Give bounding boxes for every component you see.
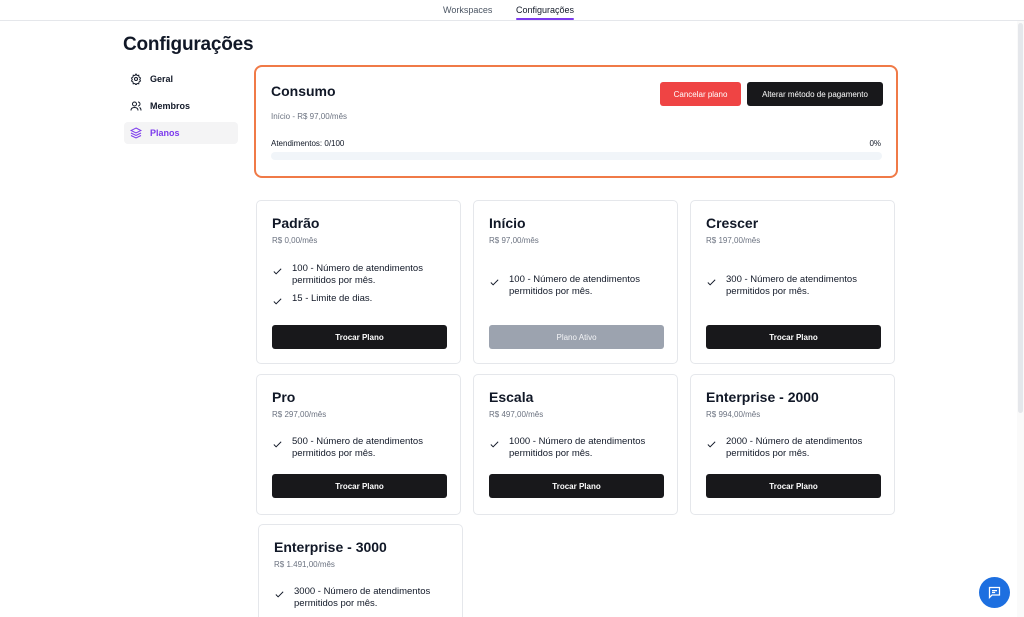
switch-plan-button[interactable]: Trocar Plano <box>272 325 447 349</box>
plan-card-pro: Pro R$ 297,00/mês 500 - Número de atendi… <box>256 374 461 515</box>
plan-card-enterprise-3000: Enterprise - 3000 R$ 1.491,00/mês 3000 -… <box>258 524 463 617</box>
scrollbar-thumb[interactable] <box>1018 23 1023 413</box>
plan-features: 100 - Número de atendimentos permitidos … <box>489 274 669 304</box>
usage-card: Consumo Início - R$ 97,00/mês Cancelar p… <box>254 65 898 178</box>
sidebar-item-membros[interactable]: Membros <box>124 95 238 117</box>
plan-name: Pro <box>272 389 296 405</box>
plan-price: R$ 0,00/mês <box>272 236 318 245</box>
plan-name: Escala <box>489 389 534 405</box>
current-plan: Início - R$ 97,00/mês <box>271 112 348 121</box>
page-scrollbar[interactable] <box>1017 21 1024 617</box>
change-payment-method-button[interactable]: Alterar método de pagamento <box>747 82 883 106</box>
page-title: Configurações <box>123 34 254 55</box>
check-icon <box>273 441 282 448</box>
plan-feature: 3000 - Número de atendimentos permitidos… <box>274 586 454 609</box>
plan-features: 300 - Número de atendimentos permitidos … <box>706 274 886 304</box>
check-icon <box>273 298 282 305</box>
check-icon <box>490 441 499 448</box>
plan-feature: 500 - Número de atendimentos permitidos … <box>272 436 452 459</box>
plan-features: 2000 - Número de atendimentos permitidos… <box>706 436 886 466</box>
check-icon <box>707 441 716 448</box>
plan-price: R$ 97,00/mês <box>489 236 539 245</box>
usage-progress-bar <box>271 152 882 160</box>
users-icon <box>130 100 142 112</box>
plan-name: Crescer <box>706 215 759 231</box>
sidebar-item-planos[interactable]: Planos <box>124 122 238 144</box>
switch-plan-button[interactable]: Trocar Plano <box>272 474 447 498</box>
plan-card-padrao: Padrão R$ 0,00/mês 100 - Número de atend… <box>256 200 461 364</box>
gear-icon <box>130 73 142 85</box>
check-icon <box>707 279 716 286</box>
plan-feature: 300 - Número de atendimentos permitidos … <box>706 274 886 297</box>
chat-button[interactable] <box>979 577 1010 608</box>
plan-feature: 100 - Número de atendimentos permitidos … <box>489 274 669 297</box>
plan-price: R$ 497,00/mês <box>489 410 544 419</box>
plan-name: Enterprise - 2000 <box>706 389 819 405</box>
top-nav: Workspaces Configurações <box>0 0 1024 21</box>
check-icon <box>273 268 282 275</box>
plan-card-inicio: Início R$ 97,00/mês 100 - Número de aten… <box>473 200 678 364</box>
plan-card-escala: Escala R$ 497,00/mês 1000 - Número de at… <box>473 374 678 515</box>
plan-price: R$ 994,00/mês <box>706 410 761 419</box>
cancel-plan-button[interactable]: Cancelar plano <box>660 82 741 106</box>
sidebar-item-label: Membros <box>150 101 191 111</box>
check-icon <box>275 591 284 598</box>
plan-features: 1000 - Número de atendimentos permitidos… <box>489 436 669 466</box>
plan-feature: 1000 - Número de atendimentos permitidos… <box>489 436 669 459</box>
attendance-count: Atendimentos: 0/100 <box>271 139 345 148</box>
plan-card-enterprise-2000: Enterprise - 2000 R$ 994,00/mês 2000 - N… <box>690 374 895 515</box>
plan-name: Padrão <box>272 215 320 231</box>
plan-price: R$ 197,00/mês <box>706 236 761 245</box>
plan-price: R$ 297,00/mês <box>272 410 327 419</box>
settings-sidebar: Geral Membros Planos <box>124 68 238 149</box>
switch-plan-button[interactable]: Trocar Plano <box>706 474 881 498</box>
plan-feature: 2000 - Número de atendimentos permitidos… <box>706 436 886 459</box>
active-plan-button: Plano Ativo <box>489 325 664 349</box>
usage-title: Consumo <box>271 83 336 99</box>
tab-configuracoes[interactable]: Configurações <box>516 5 575 20</box>
plan-price: R$ 1.491,00/mês <box>274 560 335 569</box>
plan-name: Início <box>489 215 526 231</box>
plan-card-crescer: Crescer R$ 197,00/mês 300 - Número de at… <box>690 200 895 364</box>
layers-icon <box>130 127 142 139</box>
plan-features: 3000 - Número de atendimentos permitidos… <box>274 586 454 616</box>
plan-feature: 100 - Número de atendimentos permitidos … <box>272 263 452 286</box>
plan-features: 100 - Número de atendimentos permitidos … <box>272 263 452 314</box>
tab-workspaces[interactable]: Workspaces <box>443 5 492 16</box>
check-icon <box>490 279 499 286</box>
sidebar-item-geral[interactable]: Geral <box>124 68 238 90</box>
sidebar-item-label: Planos <box>150 128 180 138</box>
plan-features: 500 - Número de atendimentos permitidos … <box>272 436 452 466</box>
switch-plan-button[interactable]: Trocar Plano <box>706 325 881 349</box>
chat-icon <box>988 586 1001 600</box>
sidebar-item-label: Geral <box>150 74 174 84</box>
plan-name: Enterprise - 3000 <box>274 539 387 555</box>
switch-plan-button[interactable]: Trocar Plano <box>489 474 664 498</box>
plan-feature: 15 - Limite de dias. <box>272 293 452 307</box>
attendance-percent: 0% <box>869 139 881 148</box>
